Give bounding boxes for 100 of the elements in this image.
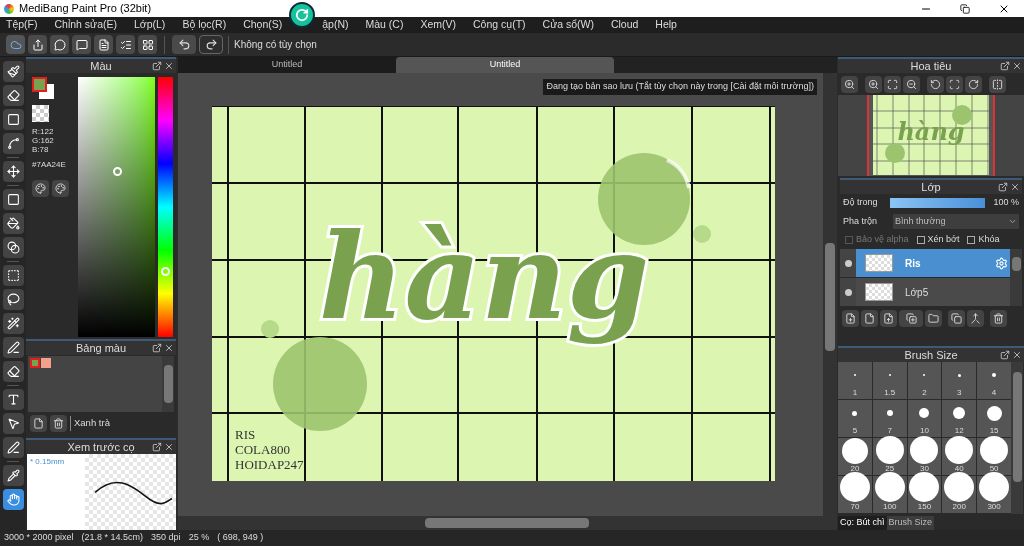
menu-item[interactable]: Chọn(S) (243, 17, 283, 33)
tool-button[interactable] (2, 313, 24, 334)
navigator-button[interactable] (927, 75, 944, 93)
document-tab[interactable]: Untitled (396, 57, 614, 73)
palette-button[interactable] (32, 180, 49, 197)
undock-icon[interactable] (1000, 350, 1010, 360)
undock-icon[interactable] (152, 343, 162, 353)
toolbar-button[interactable] (94, 35, 113, 54)
brush-size-cell[interactable]: 3 (942, 362, 977, 399)
palette-swatch[interactable] (41, 358, 51, 368)
layer-action-button[interactable] (990, 310, 1007, 327)
toolbar-button[interactable] (28, 35, 47, 54)
toolbar-button[interactable] (72, 35, 91, 54)
menu-item[interactable]: Help (655, 17, 677, 33)
close-icon[interactable] (164, 61, 174, 71)
gear-icon[interactable] (995, 256, 1008, 270)
opacity-slider[interactable] (890, 198, 985, 208)
menu-item[interactable]: Công cụ(T) (473, 17, 526, 33)
background-color-swatch[interactable] (39, 84, 54, 99)
undock-icon[interactable] (152, 61, 162, 71)
layer-action-button[interactable] (925, 310, 942, 327)
navigator-button[interactable] (946, 75, 963, 93)
brush-size-cell[interactable]: 2 (907, 362, 942, 399)
tool-button[interactable] (2, 289, 24, 310)
navigator-button[interactable] (989, 75, 1006, 93)
menu-item[interactable]: Chỉnh sửa(E) (54, 17, 117, 33)
close-icon[interactable] (164, 442, 174, 453)
tool-button[interactable] (2, 189, 24, 210)
option-checkbox[interactable]: Khóa (967, 233, 1000, 247)
layer-row[interactable]: Ris (840, 249, 1010, 277)
palette-swatch[interactable] (30, 358, 40, 368)
palette-settings-button[interactable] (52, 180, 69, 197)
brush-size-cell[interactable]: 1.5 (872, 362, 907, 399)
close-icon[interactable] (164, 343, 174, 353)
tool-button[interactable] (2, 237, 24, 258)
undo-button[interactable] (172, 35, 196, 54)
layer-action-button[interactable] (880, 310, 897, 327)
brush-size-cell[interactable]: 5 (838, 400, 872, 437)
toolbar-button[interactable] (116, 35, 135, 54)
close-icon[interactable] (1010, 182, 1020, 192)
document-tab[interactable]: Untitled (178, 57, 396, 73)
tool-button[interactable] (2, 133, 24, 154)
close-icon[interactable] (1012, 61, 1022, 71)
tool-button[interactable] (2, 161, 24, 182)
navigator-button[interactable] (903, 75, 920, 93)
vertical-scrollbar[interactable] (823, 73, 837, 516)
layer-action-button[interactable] (967, 310, 984, 327)
hue-slider[interactable] (158, 77, 173, 337)
brush-size-cell[interactable]: 4 (977, 362, 1011, 399)
layer-action-button[interactable] (842, 310, 859, 327)
tool-button[interactable] (2, 213, 24, 234)
blend-mode-dropdown[interactable]: Bình thường (893, 214, 1019, 229)
saturation-value-picker[interactable] (78, 77, 155, 337)
tool-button[interactable] (2, 413, 24, 434)
tool-button[interactable] (2, 61, 24, 82)
toolbar-button[interactable] (50, 35, 69, 54)
brush-size-cell[interactable]: 1 (838, 362, 872, 399)
layer-action-button[interactable] (861, 310, 878, 327)
restore-icon[interactable] (960, 3, 970, 14)
menu-item[interactable]: Lớp(L) (133, 17, 166, 33)
scrollbar[interactable] (162, 356, 174, 412)
brush-size-cell[interactable]: 20 (838, 438, 872, 475)
menu-item[interactable]: Cloud (610, 17, 639, 33)
panel-tab[interactable]: Cọ: Bút chì (838, 516, 887, 530)
layer-action-button[interactable] (899, 310, 923, 327)
tool-button[interactable] (2, 361, 24, 382)
tool-button[interactable] (2, 489, 24, 510)
brush-size-cell[interactable]: 12 (942, 400, 977, 437)
brush-size-cell[interactable]: 7 (872, 400, 907, 437)
menu-item[interactable]: Xem(V) (420, 17, 457, 33)
undock-icon[interactable] (998, 182, 1008, 192)
tool-button[interactable] (2, 109, 24, 130)
tool-button[interactable] (2, 465, 24, 486)
panel-tab[interactable]: Brush Size (886, 516, 935, 530)
close-icon[interactable] (1012, 350, 1022, 360)
navigator-button[interactable] (884, 75, 901, 93)
brush-size-cell[interactable]: 10 (907, 400, 942, 437)
navigator-button[interactable] (841, 75, 858, 93)
menu-item[interactable]: Tệp(F) (6, 17, 38, 33)
tool-button[interactable] (2, 85, 24, 106)
delete-button[interactable] (50, 415, 67, 432)
horizontal-scrollbar[interactable] (178, 516, 837, 530)
layer-row[interactable]: Lớp5 (840, 278, 1010, 306)
tool-button[interactable] (2, 389, 24, 410)
hue-thumb[interactable] (161, 267, 170, 276)
new-palette-button[interactable] (30, 415, 47, 432)
brush-size-cell[interactable]: 25 (872, 438, 907, 475)
option-checkbox[interactable]: Xén bớt (916, 233, 960, 247)
transparent-swatch[interactable] (32, 105, 49, 122)
brush-size-cell[interactable]: 30 (907, 438, 942, 475)
brush-size-cell[interactable]: 15 (977, 400, 1011, 437)
undock-icon[interactable] (1000, 61, 1010, 71)
scrollbar[interactable] (1011, 362, 1023, 514)
undock-icon[interactable] (152, 442, 162, 453)
redo-button[interactable] (199, 35, 223, 54)
menu-item[interactable]: Bộ lọc(R) (182, 17, 227, 33)
toolbar-button[interactable] (138, 35, 157, 54)
scrollbar[interactable] (1010, 249, 1022, 306)
brush-size-cell[interactable]: 40 (942, 438, 977, 475)
brush-size-cell[interactable]: 50 (977, 438, 1011, 475)
